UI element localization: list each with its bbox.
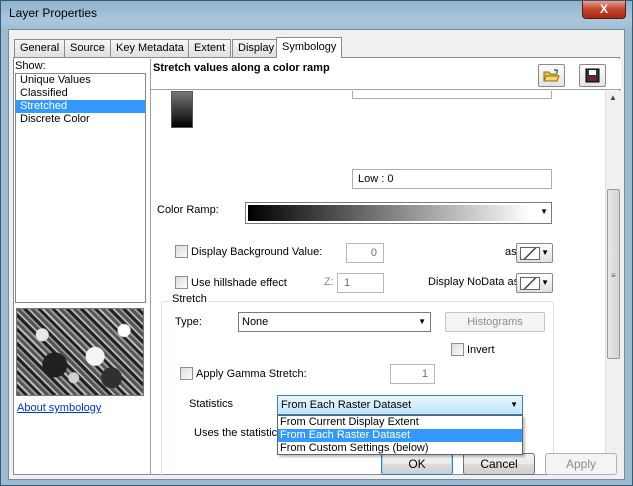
stretch-type-label: Type: [175, 316, 202, 328]
nodata-label: Display NoData as [428, 276, 520, 288]
z-label: Z: [324, 276, 334, 288]
background-value-field[interactable]: 0 [346, 243, 384, 263]
low-value-field[interactable]: Low : 0 [352, 169, 552, 189]
title-bar[interactable]: Layer Properties X [1, 1, 632, 29]
open-folder-icon [543, 69, 560, 82]
histograms-button[interactable]: Histograms [445, 312, 545, 332]
save-button[interactable] [579, 64, 606, 87]
tab-display[interactable]: Display [232, 39, 281, 57]
show-list[interactable]: Unique Values Classified Stretched Discr… [15, 73, 146, 303]
color-ramp-gradient [248, 205, 531, 221]
display-background-checkbox[interactable] [175, 245, 188, 258]
layer-properties-window: Layer Properties X General Source Key Me… [0, 0, 633, 486]
show-label: Show: [15, 60, 46, 72]
tab-key-metadata[interactable]: Key Metadata [110, 39, 190, 57]
color-ramp-label: Color Ramp: [157, 204, 219, 216]
color-ramp-preview [171, 91, 193, 128]
gamma-stretch-label: Apply Gamma Stretch: [196, 368, 307, 380]
stretch-group-title: Stretch [170, 293, 209, 305]
vertical-scrollbar[interactable]: ▲ ≡ ▼ [605, 91, 621, 475]
gamma-value-field[interactable]: 1 [390, 364, 435, 384]
show-item-stretched[interactable]: Stretched [16, 100, 145, 113]
stretch-type-select[interactable]: None ▼ [238, 312, 431, 332]
window-title: Layer Properties [9, 6, 98, 20]
tab-general[interactable]: General [14, 39, 66, 57]
statistics-value: From Each Raster Dataset [281, 399, 412, 411]
hillshade-checkbox[interactable] [175, 276, 188, 289]
nodata-color-button[interactable]: ▼ [516, 273, 553, 293]
scroll-up-icon[interactable]: ▲ [609, 93, 617, 102]
z-factor-field[interactable]: 1 [337, 273, 384, 293]
statistics-dropdown-list[interactable]: From Current Display Extent From Each Ra… [277, 415, 523, 455]
background-color-button[interactable]: ▼ [516, 243, 553, 263]
statistics-option-current-extent[interactable]: From Current Display Extent [278, 416, 522, 429]
chevron-down-icon: ▼ [541, 248, 549, 257]
cancel-button[interactable]: Cancel [463, 453, 535, 475]
dialog-client-area: General Source Key Metadata Extent Displ… [8, 29, 625, 480]
ok-button[interactable]: OK [381, 453, 453, 475]
no-color-swatch-icon [520, 277, 540, 290]
statistics-select[interactable]: From Each Raster Dataset ▼ [277, 395, 523, 415]
statistics-option-each-raster[interactable]: From Each Raster Dataset [278, 429, 522, 442]
show-item-unique-values[interactable]: Unique Values [16, 74, 145, 87]
stretch-settings-panel: Stretch values along a color ramp Low: … [150, 59, 621, 475]
statistics-option-custom-settings[interactable]: From Custom Settings (below) [278, 442, 522, 455]
gamma-stretch-checkbox[interactable] [180, 367, 193, 380]
symbology-preview-image [16, 308, 144, 396]
grip-icon: ≡ [611, 271, 616, 280]
settings-scroll-area[interactable]: Low : 0 Color Ramp: ▼ Display Background… [151, 91, 621, 475]
panel-title: Stretch values along a color ramp [153, 62, 330, 74]
panel-header: Stretch values along a color ramp [151, 59, 621, 90]
symbology-tab-panel: Show: Unique Values Classified Stretched… [13, 57, 621, 475]
hillshade-label: Use hillshade effect [191, 277, 287, 289]
chevron-down-icon: ▼ [510, 400, 518, 409]
background-as-label: as [505, 246, 517, 258]
open-button[interactable] [538, 64, 565, 87]
chevron-down-icon: ▼ [541, 278, 549, 287]
display-background-label: Display Background Value: [191, 246, 323, 258]
invert-checkbox[interactable] [451, 343, 464, 356]
color-ramp-select[interactable]: ▼ [245, 202, 552, 224]
statistics-description: Uses the statistic [194, 427, 278, 439]
about-symbology-link[interactable]: About symbology [17, 402, 101, 414]
chevron-down-icon: ▼ [540, 207, 548, 216]
chevron-down-icon: ▼ [418, 317, 426, 326]
show-item-discrete-color[interactable]: Discrete Color [16, 113, 145, 126]
stretch-type-value: None [242, 316, 269, 328]
apply-button[interactable]: Apply [545, 453, 617, 475]
invert-label: Invert [467, 344, 495, 356]
show-item-classified[interactable]: Classified [16, 87, 145, 100]
tab-extent[interactable]: Extent [188, 39, 232, 57]
close-button[interactable]: X [582, 1, 626, 19]
save-disk-icon [585, 68, 600, 83]
statistics-label: Statistics [189, 398, 234, 410]
high-value-field[interactable] [352, 91, 552, 99]
tab-symbology[interactable]: Symbology [276, 37, 343, 58]
no-color-swatch-icon [520, 247, 540, 260]
tab-source[interactable]: Source [64, 39, 111, 57]
